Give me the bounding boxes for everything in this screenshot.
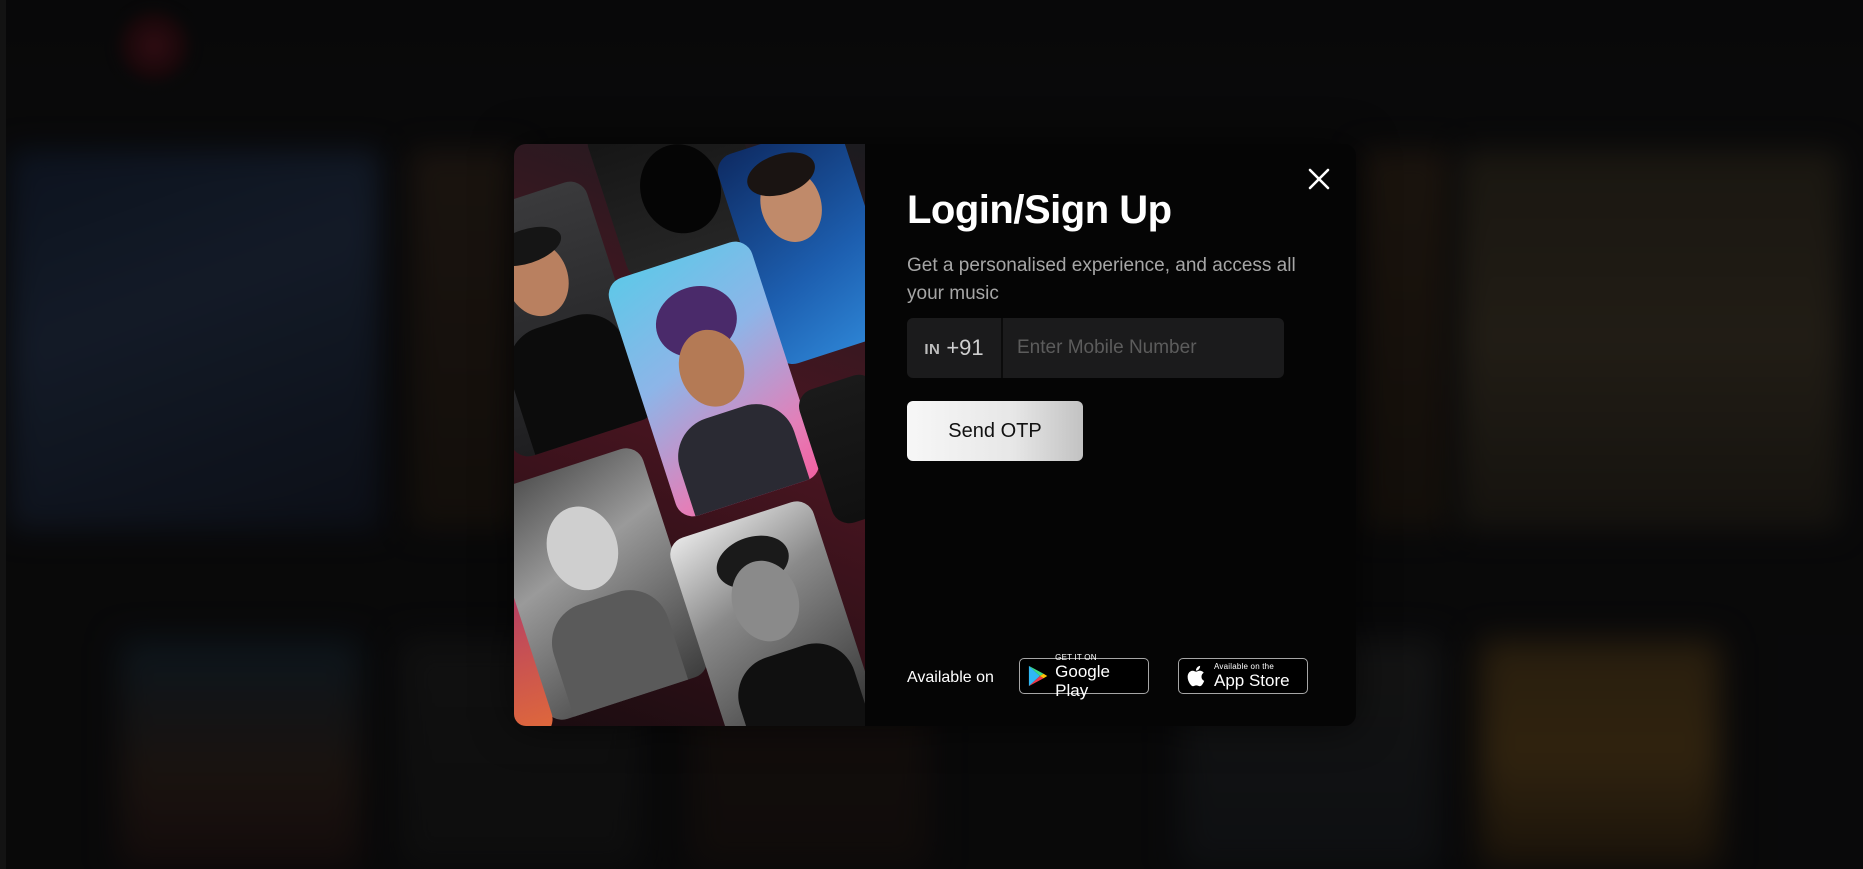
available-on-label: Available on [907,669,994,686]
close-button[interactable] [1304,164,1334,194]
close-icon [1308,168,1330,190]
login-modal: Login/Sign Up Get a personalised experie… [514,144,1356,726]
google-play-big-text: Google Play [1055,661,1110,700]
send-otp-button[interactable]: Send OTP [907,401,1083,461]
artist-collage [514,144,865,726]
app-store-small-text: Available on the [1214,662,1274,671]
phone-field: IN +91 [907,318,1284,378]
artist-tile [665,496,865,726]
app-store-button[interactable]: Available on the App Store [1178,658,1308,694]
login-content: Login/Sign Up Get a personalised experie… [865,144,1356,726]
subtitle: Get a personalised experience, and acces… [907,255,1296,304]
country-code: IN [924,341,941,358]
app-store-big-text: App Store [1214,671,1290,690]
google-play-button[interactable]: GET IT ON Google Play [1019,653,1149,700]
country-selector[interactable]: IN +91 [907,318,1003,378]
apple-icon [1187,665,1205,687]
google-play-icon [1028,665,1048,687]
mobile-number-input[interactable] [1003,318,1284,378]
page-title: Login/Sign Up [907,188,1172,232]
google-play-small-text: GET IT ON [1055,652,1097,662]
dial-code: +91 [946,335,984,360]
